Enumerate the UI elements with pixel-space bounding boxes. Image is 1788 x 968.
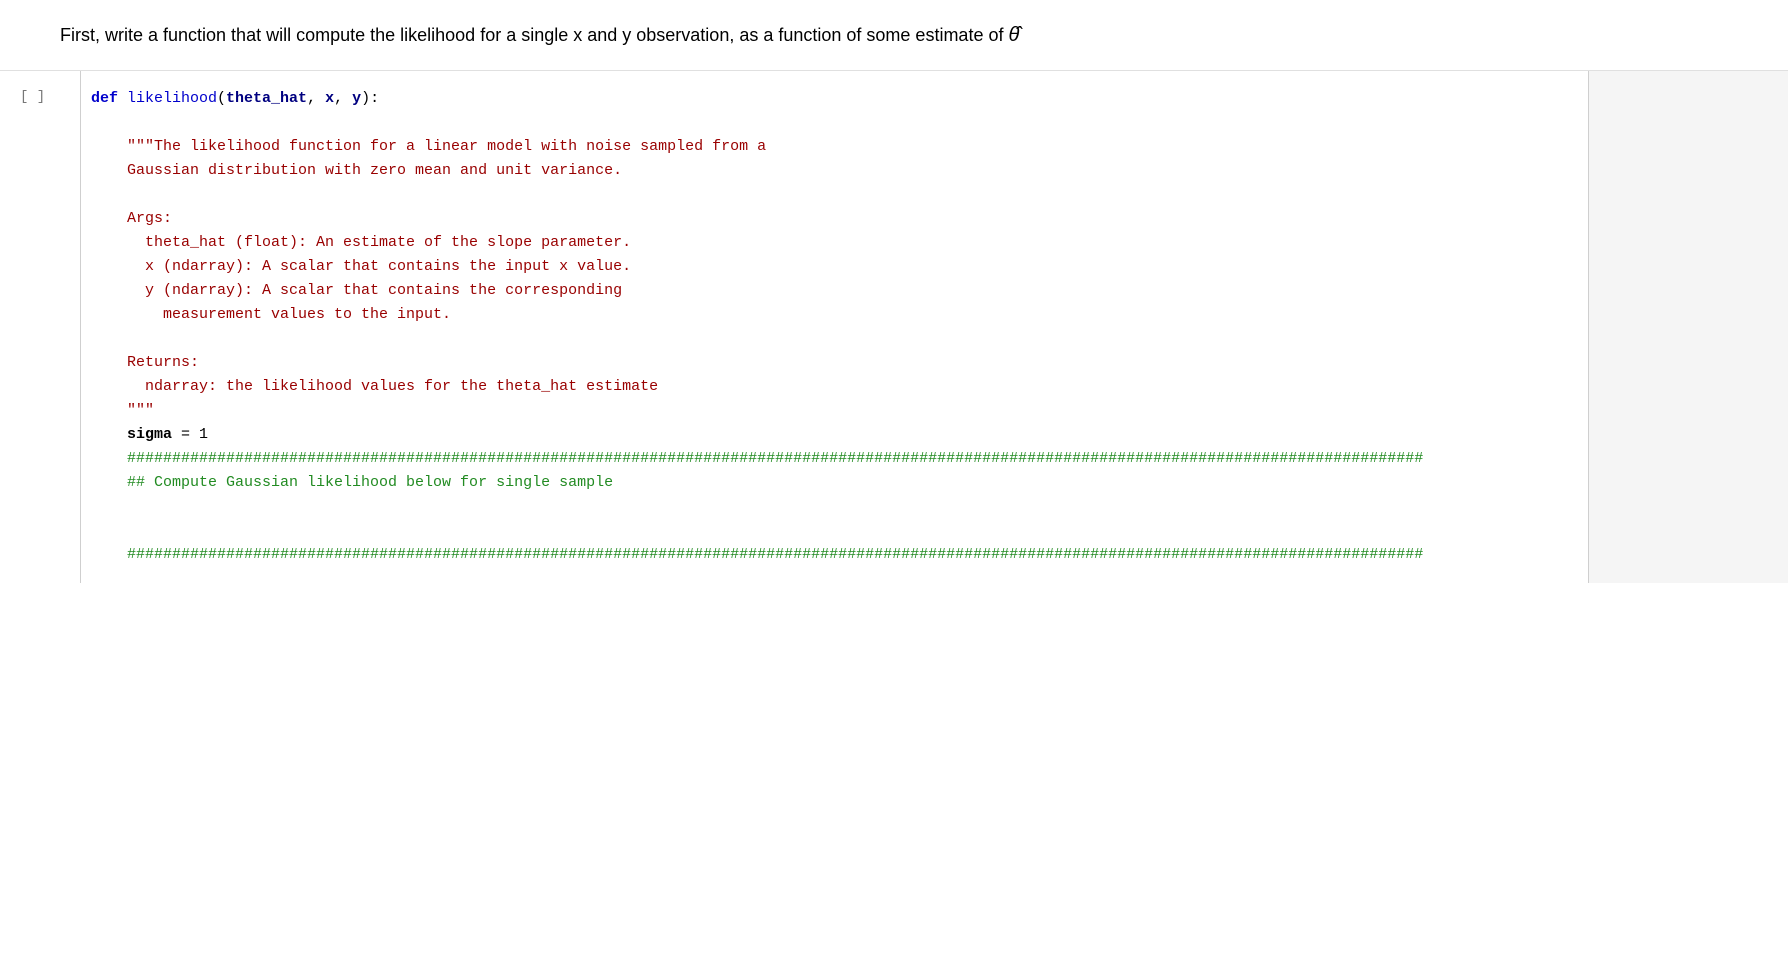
docstring-arg-y-text1: y (ndarray): A scalar that contains the … (91, 282, 622, 299)
code-content[interactable]: def likelihood(theta_hat, x, y): """The … (80, 71, 1588, 583)
docstring-arg-x-text: x (ndarray): A scalar that contains the … (91, 258, 631, 275)
blank-line-4 (91, 495, 1568, 519)
sigma-line: sigma = 1 (91, 423, 1568, 447)
blank-line-5 (91, 519, 1568, 543)
var-sigma: sigma (91, 426, 172, 443)
docstring-gaussian: Gaussian distribution with zero mean and… (91, 159, 1568, 183)
function-name: likelihood (127, 90, 217, 107)
docstring-arg-x: x (ndarray): A scalar that contains the … (91, 255, 1568, 279)
comment-gaussian: ## Compute Gaussian likelihood below for… (91, 471, 1568, 495)
cell-gutter: [ ] (0, 71, 80, 583)
blank-line-2 (91, 183, 1568, 207)
docstring-args-header: Args: (91, 207, 1568, 231)
param-theta-hat: theta_hat (226, 90, 307, 107)
comment-gaussian-text: ## Compute Gaussian likelihood below for… (91, 474, 613, 491)
paren-open: ( (217, 90, 226, 107)
param-y: y (352, 90, 361, 107)
docstring-arg-y-text2: measurement values to the input. (91, 306, 451, 323)
comma1: , (307, 90, 325, 107)
code-line-def: def likelihood(theta_hat, x, y): (91, 87, 1568, 111)
blank-line-1 (91, 111, 1568, 135)
docstring-arg-theta: theta_hat (float): An estimate of the sl… (91, 231, 1568, 255)
docstring-returns-header: Returns: (91, 351, 1568, 375)
comment-hashes-1: ########################################… (91, 447, 1568, 471)
execution-count: [ ] (20, 89, 45, 105)
docstring-close-text: """ (91, 402, 154, 419)
docstring-text-1: """The likelihood function for a linear … (91, 138, 766, 155)
code-cell[interactable]: [ ] def likelihood(theta_hat, x, y): """… (0, 70, 1788, 583)
comma2: , (334, 90, 352, 107)
value-1: 1 (199, 426, 208, 443)
text-cell-content: First, write a function that will comput… (60, 25, 1019, 45)
param-x: x (325, 90, 334, 107)
text-cell: First, write a function that will comput… (0, 0, 1788, 70)
notebook-container: First, write a function that will comput… (0, 0, 1788, 968)
docstring-returns-val: ndarray: the likelihood values for the t… (91, 375, 1568, 399)
code-area-wrapper: def likelihood(theta_hat, x, y): """The … (80, 71, 1588, 583)
blank-line-3 (91, 327, 1568, 351)
docstring-close: """ (91, 399, 1568, 423)
theta-symbol: θ̂ (1008, 24, 1019, 46)
docstring-text-2: Gaussian distribution with zero mean and… (91, 162, 622, 179)
docstring-returns-text: ndarray: the likelihood values for the t… (91, 378, 658, 395)
right-panel (1588, 71, 1788, 583)
keyword-def: def (91, 90, 127, 107)
paren-close-colon: ): (361, 90, 379, 107)
docstring-returns-label: Returns: (91, 354, 199, 371)
equals-sigma: = (172, 426, 199, 443)
docstring-arg-theta-text: theta_hat (float): An estimate of the sl… (91, 234, 631, 251)
comment-hashes-text-2: ########################################… (91, 546, 1423, 563)
docstring-arg-y-line2: measurement values to the input. (91, 303, 1568, 327)
comment-hashes-text-1: ########################################… (91, 450, 1423, 467)
docstring-open: """The likelihood function for a linear … (91, 135, 1568, 159)
comment-hashes-2: ########################################… (91, 543, 1568, 567)
docstring-arg-y-line1: y (ndarray): A scalar that contains the … (91, 279, 1568, 303)
docstring-args-label: Args: (91, 210, 172, 227)
